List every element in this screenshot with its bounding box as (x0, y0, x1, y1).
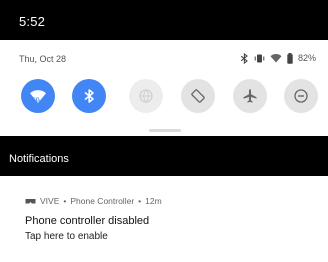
notification-card[interactable]: VIVE • Phone Controller • 12m Phone cont… (0, 176, 328, 262)
bluetooth-icon (83, 88, 95, 104)
globe-icon (138, 88, 154, 104)
separator-dot: • (63, 196, 67, 206)
separator-dot: • (138, 196, 142, 206)
status-icons: 82% (240, 52, 316, 64)
tile-wifi[interactable]: 5G (21, 79, 55, 113)
vibrate-icon (254, 53, 265, 64)
notification-time: 12m (145, 196, 162, 206)
notifications-title: Notifications (9, 153, 69, 165)
notification-source: Phone Controller (70, 196, 135, 206)
airplane-icon (242, 88, 258, 104)
notification-title: Phone controller disabled (25, 215, 150, 227)
status-bar: 5:52 (0, 0, 328, 40)
tile-auto-rotate[interactable] (181, 79, 215, 113)
tile-do-not-disturb[interactable] (284, 79, 318, 113)
minus-circle-icon (293, 88, 309, 104)
rotate-icon (190, 88, 206, 104)
tile-data-saver[interactable] (129, 79, 163, 113)
battery-icon (287, 52, 293, 64)
quick-settings-panel: Thu, Oct 28 82% 5G (0, 40, 328, 136)
notifications-header: Notifications (0, 136, 328, 176)
drag-handle[interactable] (149, 129, 181, 132)
wifi-signal-icon (270, 53, 282, 63)
svg-text:5G: 5G (33, 98, 40, 104)
tile-bluetooth[interactable] (72, 79, 106, 113)
notification-body: Tap here to enable (25, 231, 108, 242)
battery-percent: 82% (297, 53, 316, 63)
tile-airplane-mode[interactable] (233, 79, 267, 113)
quick-settings-tiles: 5G (21, 79, 318, 113)
vr-headset-icon (25, 198, 36, 205)
wifi-icon: 5G (29, 88, 47, 104)
bluetooth-status-icon (240, 52, 249, 64)
notification-app-name: VIVE (40, 196, 60, 206)
date-label: Thu, Oct 28 (19, 54, 67, 64)
clock: 5:52 (19, 14, 46, 29)
notification-app-row: VIVE • Phone Controller • 12m (25, 195, 162, 207)
